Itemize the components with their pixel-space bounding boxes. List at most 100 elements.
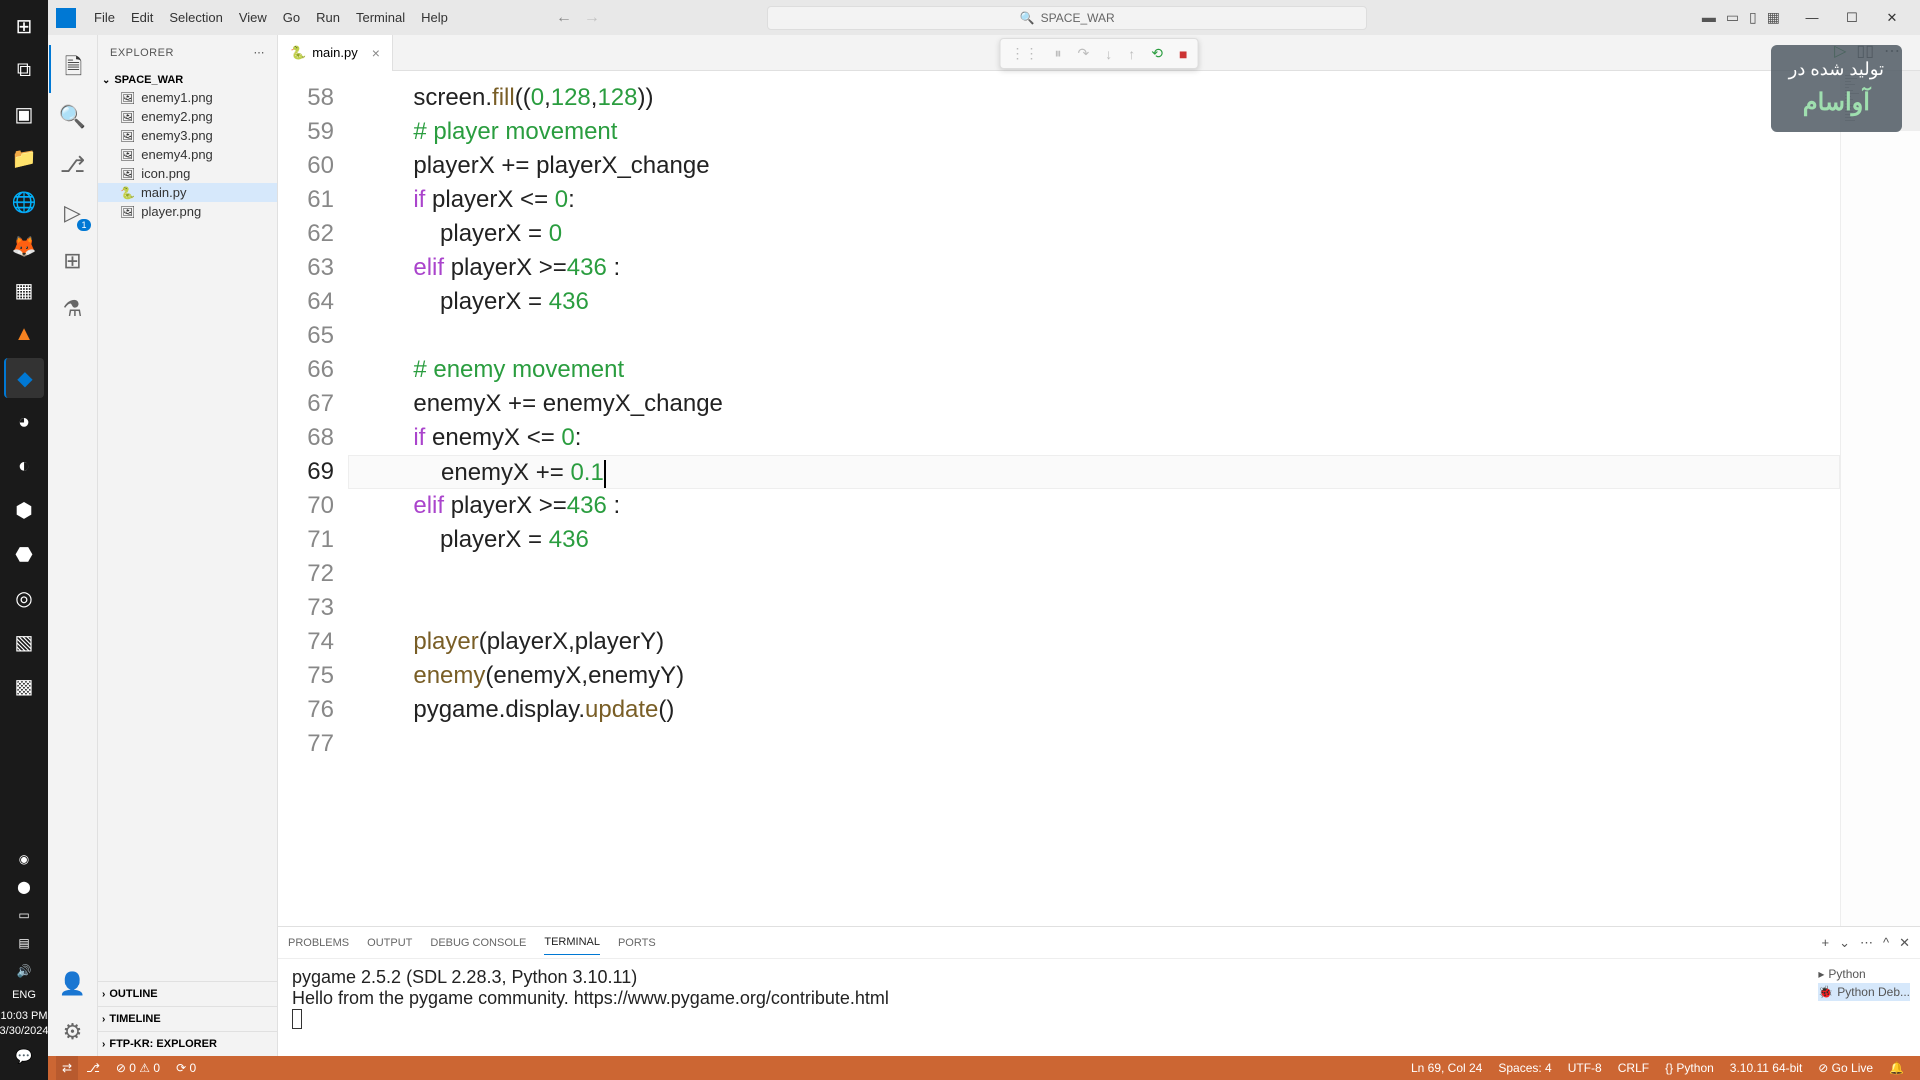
explorer-app-icon[interactable]: 📁: [4, 138, 44, 178]
file-item-main-py[interactable]: 🐍main.py: [98, 183, 277, 202]
tab-main-py[interactable]: 🐍 main.py ×: [278, 35, 393, 71]
code-line-69[interactable]: enemyX += 0.1: [348, 455, 1840, 489]
panel-tab-debug-console[interactable]: DEBUG CONSOLE: [430, 931, 526, 955]
code-line-76[interactable]: pygame.display.update(): [348, 693, 1840, 727]
code-line-70[interactable]: elif playerX >=436 :: [348, 489, 1840, 523]
code-line-65[interactable]: [348, 319, 1840, 353]
firefox-app-icon[interactable]: 🦊: [4, 226, 44, 266]
debug-toolbar[interactable]: ⋮⋮ ⏸ ↷ ↓ ↑ ⟲ ■: [1000, 38, 1199, 69]
app-icon-3[interactable]: ◐: [4, 446, 44, 486]
vscode-app-icon[interactable]: ◆: [4, 358, 44, 398]
menu-go[interactable]: Go: [275, 10, 308, 25]
accounts-icon[interactable]: 👤: [49, 960, 97, 1008]
file-item-enemy1-png[interactable]: 🖼enemy1.png: [98, 88, 277, 107]
tray-icon-3[interactable]: ▭: [4, 903, 44, 927]
statusbar-item[interactable]: CRLF: [1610, 1061, 1657, 1075]
code-line-72[interactable]: [348, 557, 1840, 591]
settings-gear-icon[interactable]: ⚙: [49, 1008, 97, 1056]
notifications-icon[interactable]: 💬: [4, 1044, 44, 1068]
statusbar-item[interactable]: 3.10.11 64-bit: [1722, 1061, 1811, 1075]
code-editor[interactable]: screen.fill((0,128,128)) # player moveme…: [348, 71, 1840, 926]
terminal-add-icon[interactable]: +: [1821, 935, 1829, 950]
explorer-icon[interactable]: 🗎: [49, 45, 97, 93]
statusbar-item[interactable]: 🔔: [1881, 1061, 1912, 1075]
source-control-icon[interactable]: ⎇: [49, 141, 97, 189]
file-item-enemy4-png[interactable]: 🖼enemy4.png: [98, 145, 277, 164]
window-minimize-icon[interactable]: —: [1792, 3, 1832, 33]
minimap[interactable]: ▬▬▬▬▬▬▬▬▬▬▬▬▬▬▬▬▬▬▬▬▬▬▬▬▬▬▬▬▬▬▬▬▬▬▬▬▬▬▬▬…: [1840, 71, 1920, 926]
sound-icon[interactable]: 🔊: [4, 959, 44, 983]
tray-icon-2[interactable]: ⬤: [4, 875, 44, 899]
code-line-59[interactable]: # player movement: [348, 115, 1840, 149]
statusbar-item[interactable]: ⊘ 0 ⚠ 0: [108, 1061, 168, 1075]
debug-stepout-icon[interactable]: ↑: [1124, 44, 1139, 64]
layout-icon-2[interactable]: ▭: [1726, 9, 1739, 26]
command-center-search[interactable]: 🔍 SPACE_WAR: [767, 6, 1367, 30]
file-item-icon-png[interactable]: 🖼icon.png: [98, 164, 277, 183]
terminal-maximize-icon[interactable]: ^: [1883, 935, 1889, 950]
code-line-68[interactable]: if enemyX <= 0:: [348, 421, 1840, 455]
tray-icon-1[interactable]: ◉: [4, 847, 44, 871]
window-maximize-icon[interactable]: ☐: [1832, 3, 1872, 33]
vlc-app-icon[interactable]: ▲: [4, 314, 44, 354]
terminal-more-icon[interactable]: ⋯: [1860, 935, 1873, 951]
terminal-output[interactable]: pygame 2.5.2 (SDL 2.28.3, Python 3.10.11…: [278, 959, 1920, 1056]
app-icon-5[interactable]: ⬣: [4, 534, 44, 574]
tab-close-icon[interactable]: ×: [372, 45, 380, 61]
file-item-enemy2-png[interactable]: 🖼enemy2.png: [98, 107, 277, 126]
code-line-74[interactable]: player(playerX,playerY): [348, 625, 1840, 659]
menu-help[interactable]: Help: [413, 10, 456, 25]
nav-forward-icon[interactable]: →: [584, 9, 600, 27]
app-icon-8[interactable]: ▩: [4, 666, 44, 706]
debug-stepin-icon[interactable]: ↓: [1101, 44, 1116, 64]
file-item-enemy3-png[interactable]: 🖼enemy3.png: [98, 126, 277, 145]
statusbar-item[interactable]: ⟳ 0: [168, 1061, 204, 1075]
clock[interactable]: 10:03 PM 3/30/2024: [0, 1005, 48, 1042]
menu-run[interactable]: Run: [308, 10, 348, 25]
app-icon-7[interactable]: ▧: [4, 622, 44, 662]
menu-terminal[interactable]: Terminal: [348, 10, 413, 25]
chrome-app-icon[interactable]: 🌐: [4, 182, 44, 222]
timeline-section[interactable]: ›TIMELINE: [98, 1006, 277, 1031]
sidebar-more-icon[interactable]: ⋯: [254, 46, 266, 59]
layout-icon-4[interactable]: ▦: [1767, 9, 1780, 26]
terminal-app-icon[interactable]: ▣: [4, 94, 44, 134]
task-view-icon[interactable]: ⧉: [4, 50, 44, 90]
panel-tab-ports[interactable]: PORTS: [618, 931, 656, 955]
statusbar-item[interactable]: Spaces: 4: [1490, 1061, 1559, 1075]
ftp-section[interactable]: ›FTP-KR: EXPLORER: [98, 1031, 277, 1056]
panel-tab-output[interactable]: OUTPUT: [367, 931, 412, 955]
app-icon-4[interactable]: ⬢: [4, 490, 44, 530]
code-line-67[interactable]: enemyX += enemyX_change: [348, 387, 1840, 421]
code-line-63[interactable]: elif playerX >=436 :: [348, 251, 1840, 285]
code-line-64[interactable]: playerX = 436: [348, 285, 1840, 319]
windows-start-icon[interactable]: ⊞: [4, 6, 44, 46]
code-line-62[interactable]: playerX = 0: [348, 217, 1840, 251]
nav-back-icon[interactable]: ←: [556, 9, 572, 27]
outline-section[interactable]: ›OUTLINE: [98, 981, 277, 1006]
terminal-session-python[interactable]: ▸ Python: [1818, 965, 1910, 983]
run-debug-icon[interactable]: ▷1: [49, 189, 97, 237]
test-icon[interactable]: ⚗: [49, 285, 97, 333]
folder-header[interactable]: ⌄ SPACE_WAR: [98, 72, 277, 88]
debug-stepover-icon[interactable]: ↷: [1074, 43, 1094, 64]
menu-selection[interactable]: Selection: [161, 10, 230, 25]
panel-tab-terminal[interactable]: TERMINAL: [544, 930, 600, 955]
debug-pause-icon[interactable]: ⏸: [1051, 43, 1066, 64]
statusbar-item[interactable]: UTF-8: [1560, 1061, 1610, 1075]
extensions-icon[interactable]: ⊞: [49, 237, 97, 285]
debug-restart-icon[interactable]: ⟲: [1147, 43, 1167, 64]
code-line-77[interactable]: [348, 727, 1840, 761]
statusbar-item[interactable]: ⊘ Go Live: [1810, 1061, 1881, 1075]
statusbar-item[interactable]: Ln 69, Col 24: [1403, 1061, 1490, 1075]
code-line-60[interactable]: playerX += playerX_change: [348, 149, 1840, 183]
file-item-player-png[interactable]: 🖼player.png: [98, 202, 277, 221]
code-line-75[interactable]: enemy(enemyX,enemyY): [348, 659, 1840, 693]
terminal-close-icon[interactable]: ✕: [1899, 935, 1910, 951]
panel-tab-problems[interactable]: PROBLEMS: [288, 931, 349, 955]
debug-grip-icon[interactable]: ⋮⋮: [1007, 43, 1043, 64]
code-line-58[interactable]: screen.fill((0,128,128)): [348, 81, 1840, 115]
code-line-73[interactable]: [348, 591, 1840, 625]
remote-indicator-icon[interactable]: ⇄: [56, 1056, 78, 1080]
statusbar-item[interactable]: {} Python: [1657, 1061, 1722, 1075]
